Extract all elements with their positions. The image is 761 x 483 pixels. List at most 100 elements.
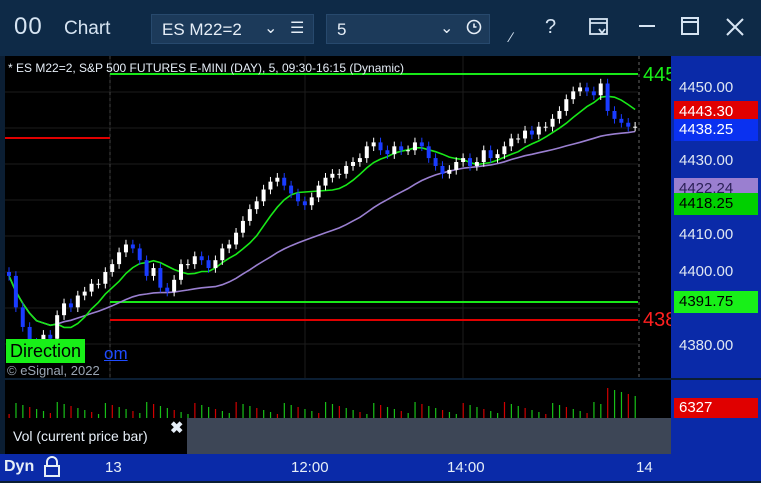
volume-bar: [263, 410, 265, 418]
volume-bar: [235, 402, 237, 418]
volume-tooltip: Vol (current price bar) ✖: [5, 418, 187, 454]
volume-bar: [373, 403, 375, 418]
chevron-down-icon[interactable]: ⌄: [264, 18, 277, 38]
candle-body: [598, 83, 603, 96]
volume-bar: [352, 410, 354, 418]
candle-body: [289, 185, 294, 194]
volume-bar: [483, 409, 485, 418]
candle-body: [529, 130, 534, 135]
candle-body: [261, 189, 266, 202]
close-icon[interactable]: [724, 16, 746, 43]
page-settings-icon[interactable]: [588, 16, 610, 43]
candle-body: [206, 260, 211, 269]
price-axis[interactable]: 4450.00 4430.00 4410.00 4400.00 4380.00 …: [671, 56, 761, 378]
candle-body: [591, 91, 596, 96]
candle-body: [144, 260, 149, 276]
candle-body: [227, 244, 232, 249]
candle-body: [626, 122, 631, 127]
candle-body: [234, 232, 239, 245]
dyn-mode-button[interactable]: Dyn: [4, 458, 34, 476]
window-title: Chart: [64, 18, 111, 39]
volume-bar: [29, 407, 31, 418]
candle-body: [55, 315, 60, 339]
lower-axis: [671, 418, 761, 454]
draw-tool-icon[interactable]: ∕: [510, 26, 512, 48]
tooltip-text: Vol (current price bar): [13, 428, 148, 444]
app-logo-icon: 00: [14, 13, 43, 40]
volume-bar: [414, 402, 416, 418]
volume-bar: [249, 406, 251, 418]
candle-body: [254, 201, 259, 210]
price-marker-last: 4438.25: [674, 119, 758, 141]
volume-bar: [118, 407, 120, 418]
volume-bar: [613, 390, 616, 418]
symbol-input[interactable]: ES M22=2 ⌄ ☰: [151, 14, 314, 44]
candle-body: [543, 126, 548, 128]
time-axis[interactable]: Dyn 13 12:00 14:00 14: [0, 454, 761, 481]
candle-body: [295, 193, 300, 202]
volume-axis: 6327: [671, 380, 761, 418]
volume-bar: [380, 405, 382, 418]
candle-body: [605, 83, 610, 111]
volume-bar: [132, 411, 134, 418]
interval-input[interactable]: 5 ⌄: [326, 14, 490, 44]
maximize-icon[interactable]: [680, 16, 700, 41]
volume-bar: [256, 408, 258, 418]
close-icon[interactable]: ✖: [170, 418, 183, 438]
candle-body: [509, 138, 514, 147]
volume-bar: [510, 404, 512, 418]
candle-body: [412, 142, 417, 151]
candle-body: [467, 158, 472, 166]
candle-body: [488, 150, 493, 159]
candle-body: [62, 303, 67, 316]
candle-body: [213, 260, 218, 269]
price-chart[interactable]: * ES M22=2, S&P 500 FUTURES E-MINI (DAY)…: [5, 56, 671, 378]
candle-body: [151, 268, 156, 276]
price-chart-canvas[interactable]: [5, 56, 671, 378]
chevron-down-icon[interactable]: ⌄: [440, 18, 453, 38]
volume-bar: [311, 411, 313, 418]
candle-body: [454, 162, 459, 170]
volume-bar: [531, 410, 533, 418]
volume-bar: [84, 410, 86, 418]
candle-body: [158, 268, 163, 288]
candle-body: [337, 173, 342, 175]
volume-bar: [600, 404, 602, 418]
volume-bar: [462, 403, 464, 418]
candle-body: [447, 169, 452, 174]
title-bar: 00 Chart ES M22=2 ⌄ ☰ 5 ⌄ ∕ ?: [0, 0, 761, 56]
candle-body: [103, 271, 108, 284]
volume-bar: [607, 388, 609, 418]
volume-pane[interactable]: [5, 380, 671, 418]
volume-bar: [421, 404, 423, 418]
lock-icon[interactable]: [42, 456, 62, 478]
candle-body: [351, 162, 356, 166]
candle-body: [172, 279, 177, 292]
candle-body: [364, 146, 369, 159]
hamburger-menu-icon[interactable]: ☰: [290, 18, 304, 38]
candle-body: [550, 118, 555, 127]
volume-bar: [517, 406, 519, 418]
copyright-text: © eSignal, 2022: [7, 363, 100, 378]
candle-body: [564, 99, 569, 111]
resistance-label: 445: [643, 64, 671, 86]
volume-bar: [304, 409, 306, 418]
time-label: 14:00: [447, 459, 485, 476]
candle-body: [117, 252, 122, 265]
volume-bar: [572, 409, 574, 418]
esignal-link[interactable]: om: [104, 344, 128, 364]
candle-body: [75, 295, 80, 308]
volume-bar: [36, 409, 38, 418]
price-tick: 4400.00: [679, 263, 734, 280]
candle-body: [633, 126, 638, 128]
candle-body: [82, 291, 87, 296]
volume-bar: [166, 408, 168, 418]
minimize-icon[interactable]: [637, 16, 657, 41]
candle-body: [130, 244, 135, 249]
time-label: 12:00: [291, 459, 329, 476]
volume-bar: [552, 403, 554, 418]
price-marker-level: 4391.75: [674, 291, 758, 313]
clock-icon[interactable]: [466, 19, 482, 40]
help-icon[interactable]: ?: [545, 16, 556, 38]
volume-bar: [503, 402, 506, 418]
